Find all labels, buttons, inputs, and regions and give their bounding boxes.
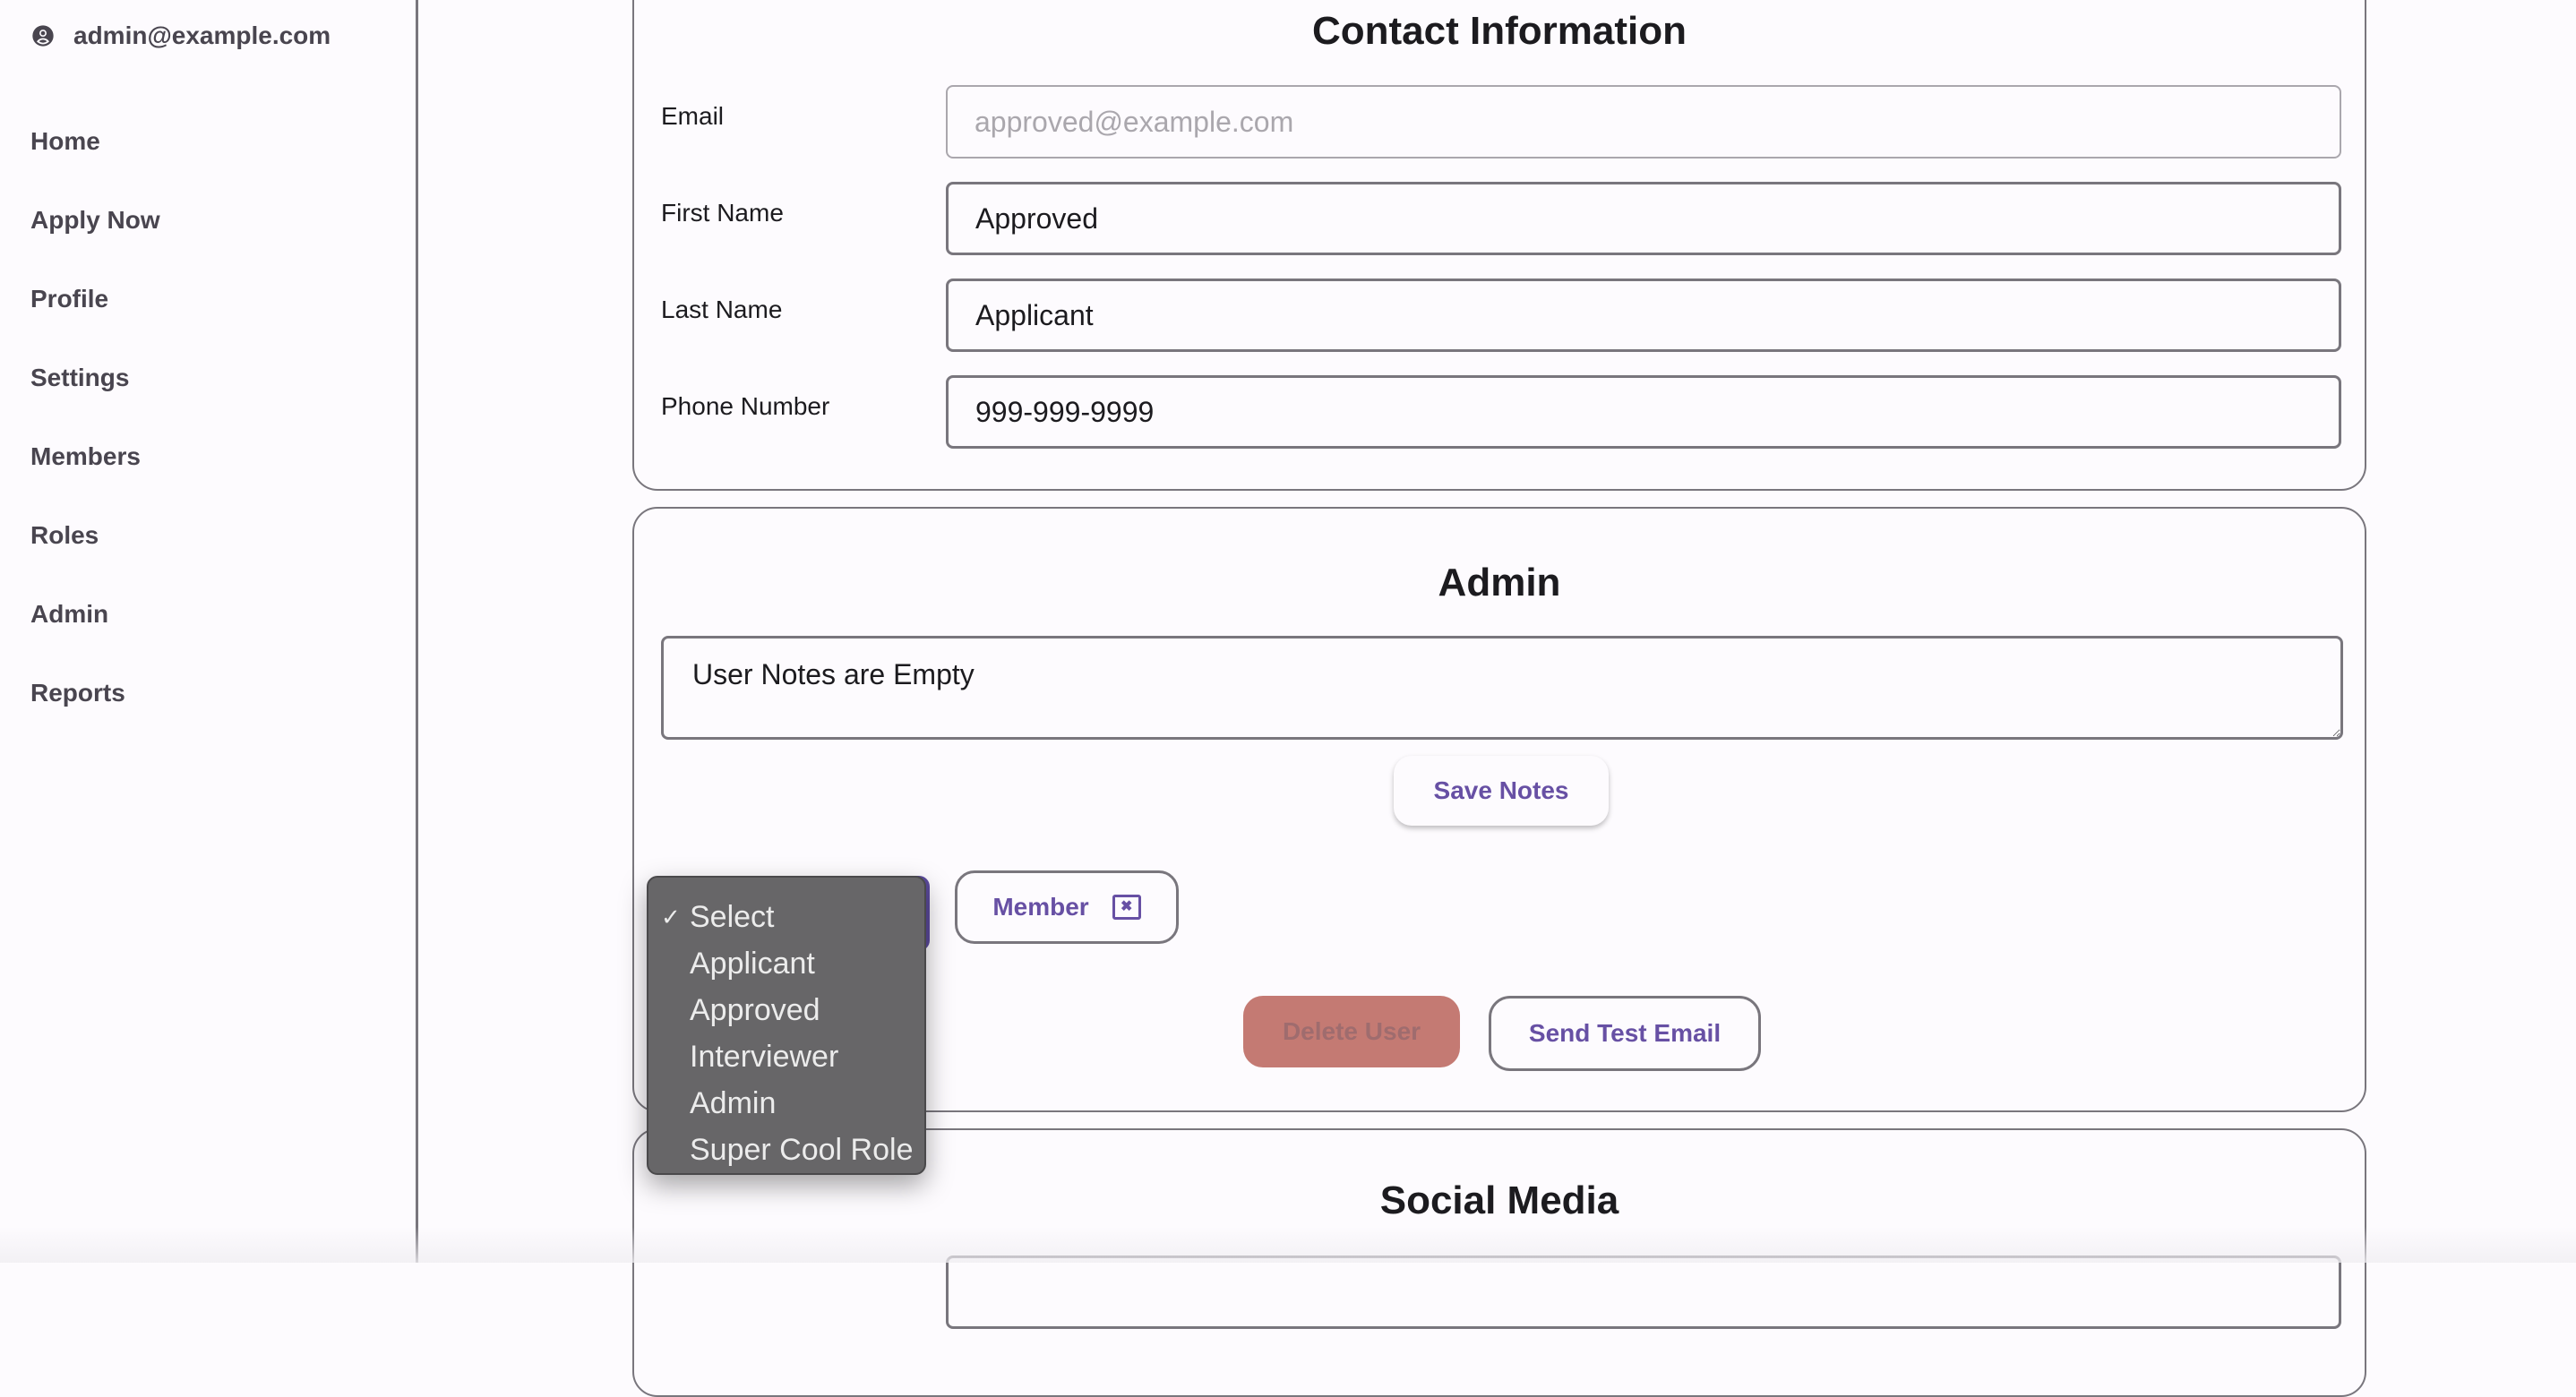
role-chip-member: Member ✖ [955,870,1179,944]
role-select-dropdown: ✓ Select Applicant Approved Interviewer … [647,876,926,1175]
role-option-label: Super Cool Role [690,1132,914,1167]
sidebar-item-apply-now[interactable]: Apply Now [30,206,160,235]
user-notes-textarea[interactable]: User Notes are Empty [661,636,2343,740]
send-test-email-button[interactable]: Send Test Email [1489,996,1761,1071]
account-circle-icon [32,25,54,47]
role-option-select[interactable]: ✓ Select [648,894,924,940]
role-option-label: Select [690,899,775,934]
last-name-field[interactable] [946,279,2341,352]
delete-user-button[interactable]: Delete User [1243,996,1460,1067]
remove-role-icon[interactable]: ✖ [1112,895,1141,920]
first-name-field[interactable] [946,182,2341,255]
email-label: Email [661,102,725,130]
role-option-admin[interactable]: Admin [648,1080,924,1127]
contact-information-title: Contact Information [1312,9,1687,53]
role-option-label: Applicant [690,946,815,981]
role-option-label: Interviewer [690,1039,839,1074]
last-name-label: Last Name [661,296,783,323]
role-option-approved[interactable]: Approved [648,987,924,1033]
sidebar-item-settings[interactable]: Settings [30,364,129,392]
checkmark-icon: ✓ [661,903,681,930]
admin-title: Admin [1438,561,1561,604]
sidebar-item-reports[interactable]: Reports [30,679,125,707]
role-option-label: Approved [690,992,820,1027]
social-media-input[interactable] [946,1256,2341,1329]
sidebar-item-home[interactable]: Home [30,127,100,156]
role-option-applicant[interactable]: Applicant [648,940,924,987]
sidebar-item-profile[interactable]: Profile [30,285,108,313]
role-option-super-cool-role[interactable]: Super Cool Role [648,1127,924,1173]
phone-number-label: Phone Number [661,392,830,420]
first-name-label: First Name [661,199,784,227]
email-field[interactable] [946,85,2341,159]
role-option-interviewer[interactable]: Interviewer [648,1033,924,1080]
role-chip-label: Member [992,893,1089,921]
sidebar-item-roles[interactable]: Roles [30,521,99,550]
contact-information-card: Contact Information Email First Name Las… [632,0,2366,491]
sidebar: admin@example.com Home Apply Now Profile… [0,0,418,1263]
role-option-label: Admin [690,1085,777,1120]
social-media-title: Social Media [1379,1178,1619,1222]
save-notes-button[interactable]: Save Notes [1394,756,1609,826]
sidebar-item-admin[interactable]: Admin [30,600,108,629]
sidebar-item-members[interactable]: Members [30,442,141,471]
user-account[interactable]: admin@example.com [30,18,331,54]
phone-number-field[interactable] [946,375,2341,449]
bottom-shadow [0,1227,2576,1263]
user-email: admin@example.com [73,21,331,49]
